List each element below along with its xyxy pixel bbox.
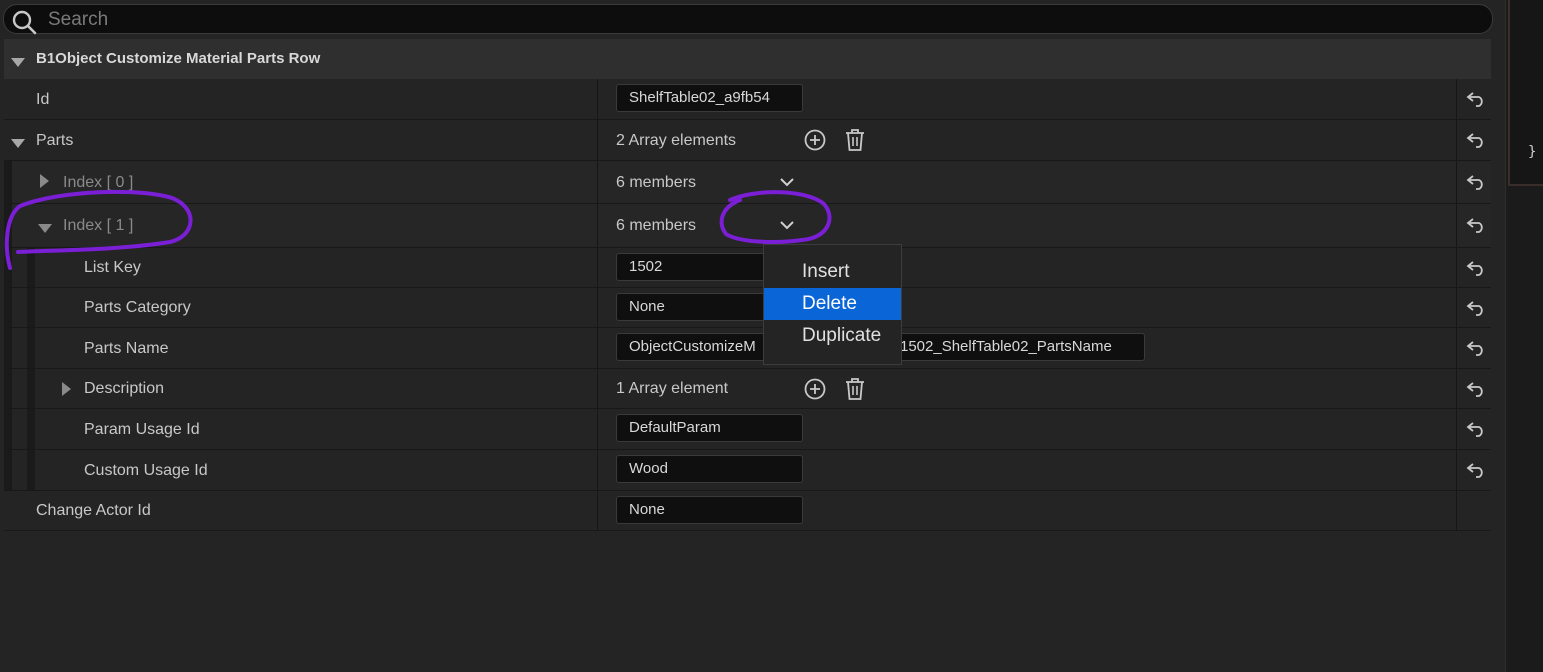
- array-element-context-menu: Insert Delete Duplicate: [763, 244, 902, 365]
- array-element-row: Index [ 1 ] 6 members: [4, 204, 1491, 248]
- change-actor-id-field[interactable]: None: [616, 496, 803, 524]
- property-row-parts: Parts 2 Array elements: [4, 120, 1491, 161]
- reset-arrow-icon[interactable]: [1466, 421, 1486, 442]
- reset-arrow-icon[interactable]: [1466, 340, 1486, 361]
- parts-name-text-right: 1502_ShelfTable02_PartsName: [900, 338, 1112, 355]
- details-panel: B1Object Customize Material Parts Row Id…: [0, 0, 1505, 672]
- property-row-change-actor-id: Change Actor Id None: [4, 491, 1491, 531]
- trash-icon[interactable]: [844, 377, 866, 400]
- member-count: 6 members: [616, 174, 697, 191]
- custom-usage-id-field[interactable]: Wood: [616, 455, 803, 483]
- triangle-expand-icon[interactable]: [11, 136, 25, 154]
- menu-item-duplicate[interactable]: Duplicate: [764, 320, 901, 352]
- array-index-label: Index [ 0 ]: [63, 174, 134, 191]
- array-count: 1 Array element: [616, 380, 729, 397]
- code-panel: }: [1508, 0, 1543, 186]
- array-count: 2 Array elements: [616, 132, 737, 149]
- property-row-description: Description 1 Array element: [4, 369, 1491, 409]
- code-brace: }: [1528, 144, 1537, 160]
- reset-arrow-icon[interactable]: [1466, 381, 1486, 402]
- property-label: List Key: [84, 259, 141, 276]
- add-circle-icon[interactable]: [804, 129, 826, 151]
- triangle-expand-icon[interactable]: [11, 55, 25, 73]
- section-header[interactable]: B1Object Customize Material Parts Row: [4, 39, 1491, 79]
- side-panel: }: [1505, 0, 1543, 672]
- property-row-id: Id ShelfTable02_a9fb54: [4, 79, 1491, 120]
- property-row-parts-category: Parts Category None: [4, 288, 1491, 328]
- member-count: 6 members: [616, 217, 697, 234]
- property-row-param-usage-id: Param Usage Id DefaultParam: [4, 409, 1491, 450]
- search-bar[interactable]: [3, 4, 1493, 35]
- array-element-row: Index [ 0 ] 6 members: [4, 161, 1491, 204]
- reset-arrow-icon[interactable]: [1466, 260, 1486, 281]
- property-label: Param Usage Id: [84, 421, 200, 438]
- reset-arrow-icon[interactable]: [1466, 174, 1486, 195]
- menu-item-delete[interactable]: Delete: [764, 288, 901, 320]
- chevron-down-icon[interactable]: [778, 173, 800, 195]
- search-icon: [11, 9, 37, 40]
- property-label: Description: [84, 380, 165, 397]
- triangle-expand-icon[interactable]: [38, 221, 52, 239]
- reset-arrow-icon[interactable]: [1466, 300, 1486, 321]
- triangle-collapsed-icon[interactable]: [40, 174, 50, 193]
- search-input[interactable]: [46, 7, 1450, 33]
- property-label: Change Actor Id: [36, 502, 151, 519]
- array-index-label: Index [ 1 ]: [63, 217, 134, 234]
- reset-arrow-icon[interactable]: [1466, 91, 1486, 112]
- reset-arrow-icon[interactable]: [1466, 462, 1486, 483]
- property-row-parts-name: Parts Name ObjectCustomizeM 1502_ShelfTa…: [4, 328, 1491, 369]
- property-label: Id: [36, 91, 50, 108]
- property-label: Custom Usage Id: [84, 462, 208, 479]
- chevron-down-icon[interactable]: [778, 216, 800, 238]
- property-label: Parts Category: [84, 299, 191, 316]
- id-field[interactable]: ShelfTable02_a9fb54: [616, 84, 803, 112]
- add-circle-icon[interactable]: [804, 378, 826, 400]
- property-label: Parts Name: [84, 340, 169, 357]
- trash-icon[interactable]: [844, 128, 866, 151]
- property-row-list-key: List Key 1502: [4, 248, 1491, 288]
- section-title: B1Object Customize Material Parts Row: [36, 50, 321, 67]
- menu-item-insert[interactable]: Insert: [764, 256, 901, 288]
- reset-arrow-icon[interactable]: [1466, 217, 1486, 238]
- reset-arrow-icon[interactable]: [1466, 132, 1486, 153]
- param-usage-id-field[interactable]: DefaultParam: [616, 414, 803, 442]
- parts-name-text-left: ObjectCustomizeM: [629, 338, 756, 355]
- triangle-collapsed-icon[interactable]: [62, 382, 72, 401]
- property-row-custom-usage-id: Custom Usage Id Wood: [4, 450, 1491, 491]
- property-label: Parts: [36, 132, 74, 149]
